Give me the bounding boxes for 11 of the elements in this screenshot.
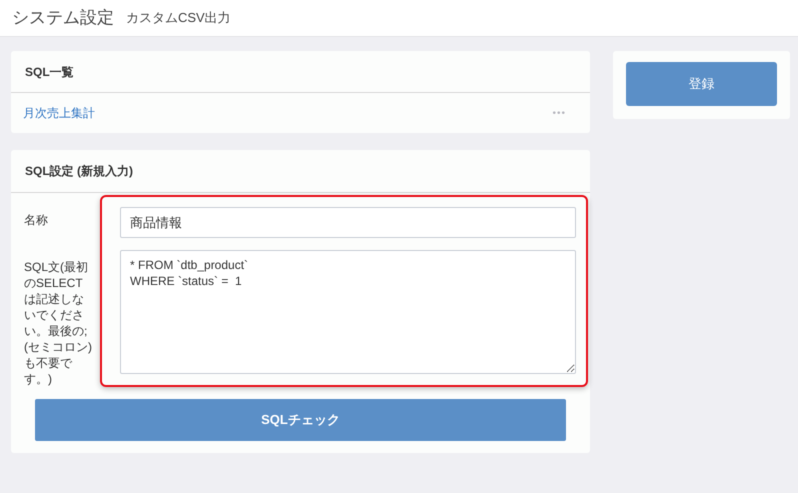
card-title: SQL一覧 <box>25 64 74 80</box>
card-title: SQL設定 (新規入力) <box>25 163 133 180</box>
sql-check-button[interactable]: SQLチェック <box>35 399 566 441</box>
sql-textarea[interactable]: * FROM `dtb_product` WHERE `status` = 1 <box>120 250 576 374</box>
page-title: システム設定 <box>12 7 114 30</box>
name-input[interactable]: 商品情報 <box>120 207 576 238</box>
page-subtitle: カスタムCSV出力 <box>126 9 231 28</box>
field-label: SQL文(最初のSELECTは記述しないでください。最後の;(セミコロン)も不要です。) <box>24 259 93 387</box>
field-label: 名称 <box>24 212 49 229</box>
register-button[interactable]: 登録 <box>626 62 777 106</box>
sql-list-link[interactable]: 月次売上集計 <box>23 104 95 122</box>
